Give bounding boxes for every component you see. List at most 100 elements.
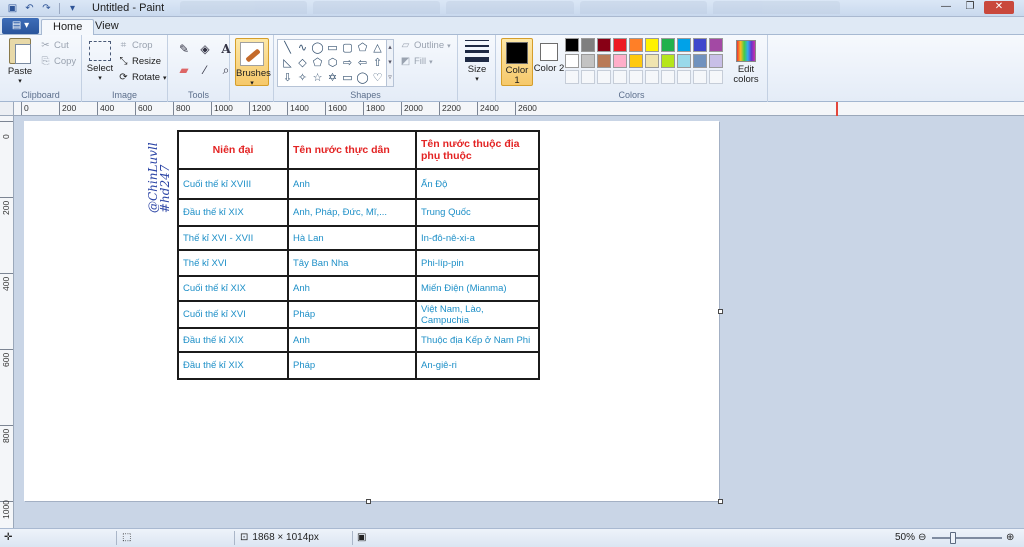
palette-empty-swatch[interactable]	[581, 70, 595, 84]
close-icon[interactable]: ✕	[984, 1, 1014, 14]
line-shape-icon[interactable]: ╲	[280, 41, 295, 56]
palette-color-swatch[interactable]	[645, 54, 659, 68]
down-arrow-shape-icon[interactable]: ⇩	[280, 71, 295, 86]
palette-color-swatch[interactable]	[613, 38, 627, 52]
undo-icon[interactable]: ↶	[23, 2, 36, 14]
palette-empty-swatch[interactable]	[645, 70, 659, 84]
palette-color-swatch[interactable]	[677, 38, 691, 52]
tab-view[interactable]: View	[84, 19, 130, 35]
table-cell: Thế kỉ XVI	[177, 249, 289, 277]
palette-color-swatch[interactable]	[613, 54, 627, 68]
cut-button[interactable]: ✂ Cut	[40, 40, 69, 51]
save-icon[interactable]: ▣	[6, 2, 19, 14]
palette-color-swatch[interactable]	[581, 54, 595, 68]
palette-color-swatch[interactable]	[629, 54, 643, 68]
rectangle-shape-icon[interactable]: ▭	[325, 41, 340, 56]
palette-color-swatch[interactable]	[661, 38, 675, 52]
paste-button[interactable]: Paste ▾	[6, 38, 34, 85]
palette-color-swatch[interactable]	[709, 54, 723, 68]
four-point-star-shape-icon[interactable]: ✧	[295, 71, 310, 86]
restore-icon[interactable]: ❐	[960, 1, 980, 14]
palette-empty-swatch[interactable]	[693, 70, 707, 84]
shapes-scroll[interactable]: ▴ ▾ ▿	[386, 39, 394, 87]
zoom-in-button[interactable]: ⊕	[1006, 532, 1014, 543]
triangle-shape-icon[interactable]: △	[370, 41, 385, 56]
heart-shape-icon[interactable]: ♡	[370, 71, 385, 86]
resize-button[interactable]: ⤡ Resize	[118, 56, 162, 67]
window-title: Untitled - Paint	[92, 2, 165, 14]
right-arrow-shape-icon[interactable]: ⇨	[340, 56, 355, 71]
palette-empty-swatch[interactable]	[677, 70, 691, 84]
resize-handle-corner[interactable]	[718, 499, 723, 504]
palette-color-swatch[interactable]	[597, 54, 611, 68]
customize-toolbar-icon[interactable]: ▾	[66, 2, 79, 14]
palette-color-swatch[interactable]	[693, 54, 707, 68]
table-cell: Thuộc địa Kếp ở Nam Phi	[415, 327, 540, 353]
color2-button[interactable]: Color 2	[533, 38, 565, 86]
six-point-star-shape-icon[interactable]: ✡	[325, 71, 340, 86]
five-point-star-shape-icon[interactable]: ☆	[310, 71, 325, 86]
size-button[interactable]: Size ▾	[463, 38, 491, 83]
fill-bucket-icon[interactable]: ◈	[197, 41, 213, 57]
tools-grid: ✎ ◈ A ▰ ⁄ ⌕	[176, 41, 234, 78]
table-cell: Pháp	[287, 300, 417, 329]
table-row: Cuối thế kỉ XIX Anh Miến Điện (Mianma)	[177, 275, 540, 302]
palette-color-swatch[interactable]	[645, 38, 659, 52]
color-picker-icon[interactable]: ⁄	[197, 62, 213, 78]
table-header-cell: Niên đại	[177, 130, 289, 170]
eraser-icon[interactable]: ▰	[176, 62, 192, 78]
ribbon: Paste ▾ ✂ Cut ⎘ Copy Clipboard Select ▾ ⌗ C…	[0, 35, 1024, 102]
fill-button[interactable]: ◩ Fill ▾	[400, 56, 433, 67]
hexagon-shape-icon[interactable]: ⬡	[325, 56, 340, 71]
palette-color-swatch[interactable]	[709, 38, 723, 52]
palette-color-swatch[interactable]	[565, 54, 579, 68]
oval-shape-icon[interactable]: ◯	[310, 41, 325, 56]
color1-button[interactable]: Color 1	[501, 38, 533, 86]
polygon-shape-icon[interactable]: ⬠	[355, 41, 370, 56]
palette-color-swatch[interactable]	[629, 38, 643, 52]
rotate-button[interactable]: ⟳ Rotate ▾	[118, 72, 166, 83]
palette-empty-swatch[interactable]	[565, 70, 579, 84]
zoom-slider-track[interactable]	[932, 537, 1002, 539]
select-button[interactable]: Select ▾	[86, 41, 114, 82]
drawing-canvas[interactable]: @ChinLuvll #hd247 Niên đại Tên nước thực…	[24, 121, 719, 501]
palette-empty-swatch[interactable]	[661, 70, 675, 84]
redo-icon[interactable]: ↷	[40, 2, 53, 14]
rotate-label: Rotate	[132, 72, 160, 83]
resize-handle-bottom[interactable]	[366, 499, 371, 504]
palette-color-swatch[interactable]	[693, 38, 707, 52]
outline-button[interactable]: ▱ Outline ▾	[400, 40, 451, 51]
palette-color-swatch[interactable]	[581, 38, 595, 52]
paste-label: Paste	[7, 66, 33, 77]
palette-empty-swatch[interactable]	[613, 70, 627, 84]
pentagon-shape-icon[interactable]: ⬠	[310, 56, 325, 71]
palette-empty-swatch[interactable]	[709, 70, 723, 84]
palette-color-swatch[interactable]	[597, 38, 611, 52]
pencil-icon[interactable]: ✎	[176, 41, 192, 57]
callout-oval-shape-icon[interactable]: ◯	[355, 71, 370, 86]
palette-color-swatch[interactable]	[677, 54, 691, 68]
ruler-tick	[0, 425, 13, 426]
minimize-icon[interactable]: —	[936, 1, 956, 14]
palette-empty-swatch[interactable]	[597, 70, 611, 84]
table-cell: Cuối thế kỉ XVI	[177, 300, 289, 329]
table-cell: Hà Lan	[287, 225, 417, 251]
palette-color-swatch[interactable]	[565, 38, 579, 52]
diamond-shape-icon[interactable]: ◇	[295, 56, 310, 71]
copy-button[interactable]: ⎘ Copy	[40, 56, 77, 67]
palette-empty-swatch[interactable]	[629, 70, 643, 84]
zoom-out-button[interactable]: ⊖	[918, 532, 926, 543]
left-arrow-shape-icon[interactable]: ⇦	[355, 56, 370, 71]
zoom-slider-thumb[interactable]	[950, 532, 956, 544]
edit-colors-button[interactable]: Edit colors	[732, 38, 760, 85]
callout-rect-shape-icon[interactable]: ▭	[340, 71, 355, 86]
curve-shape-icon[interactable]: ∿	[295, 41, 310, 56]
up-arrow-shape-icon[interactable]: ⇧	[370, 56, 385, 71]
crop-button[interactable]: ⌗ Crop	[118, 40, 153, 51]
resize-handle-right[interactable]	[718, 309, 723, 314]
right-triangle-shape-icon[interactable]: ◺	[280, 56, 295, 71]
file-menu-button[interactable]: ▤ ▾	[2, 18, 39, 34]
zoom-in-icon: ⊕	[1006, 532, 1015, 543]
rounded-rectangle-shape-icon[interactable]: ▢	[340, 41, 355, 56]
palette-color-swatch[interactable]	[661, 54, 675, 68]
